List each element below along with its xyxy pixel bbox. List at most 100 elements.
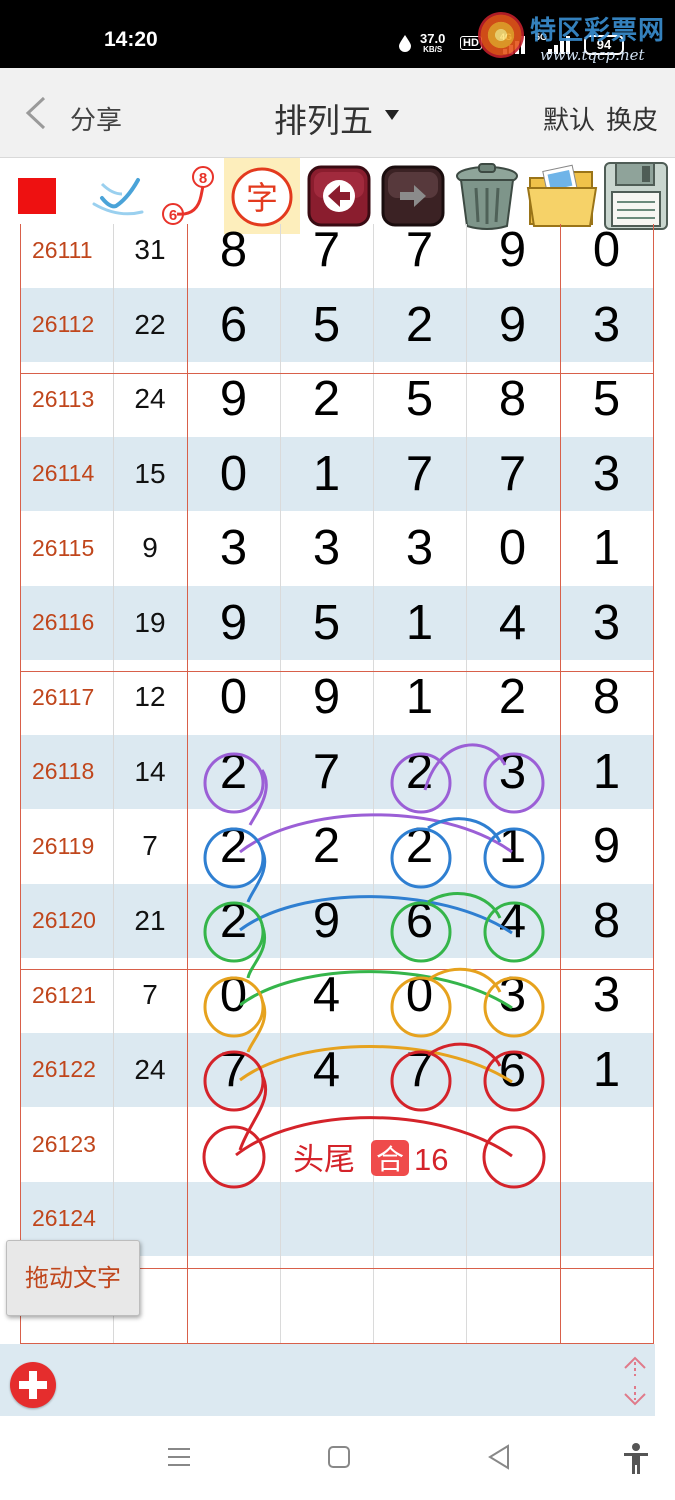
drag-text-button[interactable]: 拖动文字 — [6, 1240, 140, 1316]
digit-cell[interactable]: 6 — [466, 1033, 559, 1108]
digit-cell[interactable]: 9 — [187, 586, 280, 661]
digit-cell[interactable]: 1 — [560, 1033, 653, 1108]
table-row: 26118 14 2 7 2 3 1 — [20, 734, 654, 810]
digit-cell[interactable]: 3 — [373, 511, 466, 586]
digit-cell[interactable]: 1 — [560, 511, 653, 586]
digit-cell[interactable] — [280, 1107, 373, 1182]
digit-cell[interactable]: 1 — [560, 735, 653, 810]
image-button[interactable] — [524, 158, 600, 234]
digit-cell[interactable]: 7 — [187, 1033, 280, 1108]
group-divider — [20, 671, 654, 672]
grid-divider — [653, 224, 654, 1344]
undo-button[interactable] — [302, 158, 374, 234]
default-button[interactable]: 默认 — [543, 100, 595, 137]
digit-cell[interactable]: 4 — [466, 884, 559, 959]
digit-cell[interactable]: 0 — [187, 437, 280, 512]
digit-cell[interactable]: 2 — [187, 809, 280, 884]
digit-cell[interactable]: 0 — [560, 224, 653, 288]
digit-cell[interactable]: 6 — [187, 288, 280, 363]
table-row: 26122 24 7 4 7 6 1 — [20, 1032, 654, 1108]
digit-cell[interactable]: 2 — [373, 288, 466, 363]
resize-vertical-icon[interactable] — [620, 1354, 650, 1408]
title-dropdown-caret-icon[interactable] — [385, 110, 399, 120]
digit-cell[interactable]: 2 — [373, 809, 466, 884]
digit-cell[interactable]: 6 — [373, 884, 466, 959]
draw-grid[interactable]: 26111 31 8 7 7 9 0 26112 22 6 5 2 9 3 26113 24 9 2 5 8 5 2611… — [20, 224, 654, 1344]
digit-cell[interactable] — [560, 1182, 653, 1257]
digit-cell[interactable]: 3 — [560, 586, 653, 661]
picture-folder-icon — [526, 164, 598, 227]
net-speed-value: 37.0 — [420, 31, 446, 46]
digit-cell[interactable] — [373, 1107, 466, 1182]
digit-cell[interactable]: 1 — [466, 809, 559, 884]
digit-cell[interactable] — [466, 1107, 559, 1182]
digit-cell[interactable] — [280, 1182, 373, 1257]
accessibility-icon[interactable] — [622, 1442, 650, 1476]
issue-number: 26116 — [32, 609, 95, 636]
curve-from-label: 6 — [169, 207, 177, 224]
red-square-icon — [18, 178, 56, 214]
digit-cell[interactable]: 3 — [466, 735, 559, 810]
page-title[interactable]: 排列五 — [274, 94, 373, 142]
digit-cell[interactable]: 5 — [280, 586, 373, 661]
home-icon[interactable] — [326, 1442, 352, 1472]
digit-cell[interactable]: 8 — [560, 884, 653, 959]
issue-number: 26111 — [32, 236, 93, 263]
digit-cell[interactable]: 2 — [187, 735, 280, 810]
table-row: 26112 22 6 5 2 9 3 — [20, 287, 654, 363]
system-nav-bar — [0, 1416, 675, 1500]
digit-cell[interactable]: 4 — [466, 586, 559, 661]
digit-cell[interactable]: 4 — [280, 1033, 373, 1108]
digit-cell[interactable]: 7 — [280, 735, 373, 810]
sum-value: 21 — [134, 904, 166, 936]
digit-cell[interactable]: 8 — [187, 224, 280, 288]
digit-cell[interactable]: 7 — [280, 224, 373, 288]
digit-cell[interactable]: 7 — [373, 224, 466, 288]
menu-icon[interactable] — [166, 1442, 192, 1472]
digit-cell[interactable]: 0 — [466, 511, 559, 586]
digit-cell[interactable]: 5 — [280, 288, 373, 363]
plus-circle-icon[interactable] — [10, 1362, 56, 1408]
digit-cell[interactable]: 9 — [466, 224, 559, 288]
clear-button[interactable] — [450, 158, 524, 234]
back-chevron-icon[interactable] — [24, 96, 48, 130]
table-row: 26115 9 3 3 3 0 1 — [20, 511, 654, 586]
digit-cell[interactable]: 2 — [280, 809, 373, 884]
digit-cell[interactable]: 7 — [466, 437, 559, 512]
text-tool-button[interactable]: 字 — [224, 158, 300, 234]
change-skin-button[interactable]: 换皮 — [606, 100, 658, 137]
digit-cell[interactable] — [466, 1182, 559, 1257]
digit-cell[interactable] — [373, 1182, 466, 1257]
share-button[interactable]: 分享 — [70, 100, 122, 137]
back-icon[interactable] — [486, 1442, 512, 1472]
digit-cell[interactable] — [560, 1107, 653, 1182]
issue-number: 26118 — [32, 758, 95, 785]
sum-value: 14 — [134, 755, 166, 787]
digit-cell[interactable]: 9 — [280, 884, 373, 959]
status-bar: 14:20 37.0 KB/S HD 4G 5G 94 特区彩票网 www.tq… — [0, 0, 675, 68]
color-picker-button[interactable] — [8, 158, 68, 234]
digit-cell[interactable]: 7 — [373, 437, 466, 512]
digit-cell[interactable]: 3 — [560, 437, 653, 512]
digit-cell[interactable] — [187, 1107, 280, 1182]
text-zi-icon: 字 — [231, 167, 293, 227]
digit-cell[interactable]: 3 — [187, 511, 280, 586]
curve-to-label: 8 — [199, 170, 207, 187]
save-button[interactable] — [600, 158, 674, 234]
redo-button[interactable] — [376, 158, 448, 234]
digit-cell[interactable]: 2 — [187, 884, 280, 959]
digit-cell[interactable]: 9 — [560, 809, 653, 884]
digit-cell[interactable]: 9 — [466, 288, 559, 363]
digit-cell[interactable]: 1 — [280, 437, 373, 512]
digit-cell[interactable]: 7 — [373, 1033, 466, 1108]
sum-value: 24 — [134, 1053, 166, 1085]
digit-cell[interactable]: 1 — [373, 586, 466, 661]
digit-cell[interactable] — [187, 1182, 280, 1257]
text-tool-label: 字 — [246, 179, 278, 217]
curve-tool-button[interactable]: 8 6 — [155, 158, 221, 234]
digit-cell[interactable]: 2 — [373, 735, 466, 810]
digit-cell[interactable]: 3 — [560, 288, 653, 363]
pen-tool-button[interactable] — [80, 158, 150, 234]
digit-cell[interactable]: 3 — [280, 511, 373, 586]
sum-value: 31 — [134, 234, 166, 266]
